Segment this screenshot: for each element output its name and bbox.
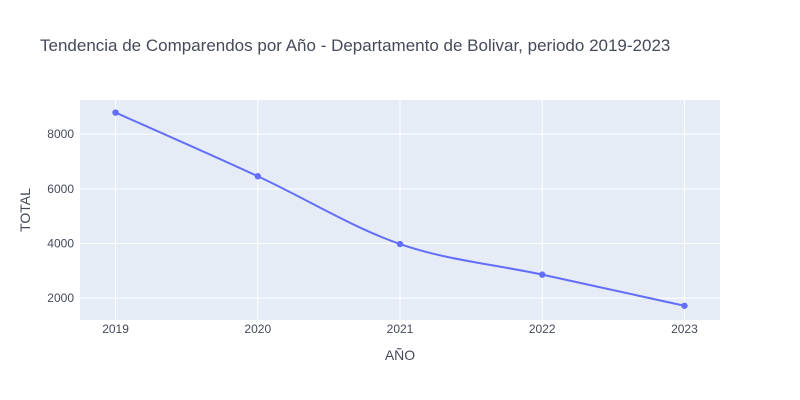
y-tick-label: 8000 (47, 127, 74, 141)
line-chart: Tendencia de Comparendos por Año - Depar… (17, 36, 720, 363)
data-point-2022 (539, 271, 546, 278)
y-tick-label: 6000 (47, 182, 74, 196)
y-tick-labels: 2000 4000 6000 8000 (47, 127, 74, 305)
x-tick-label: 2019 (102, 322, 129, 336)
y-axis-label: TOTAL (17, 188, 33, 232)
data-point-2021 (396, 240, 404, 248)
x-tick-label: 2021 (387, 322, 414, 336)
data-point-2020 (254, 173, 261, 180)
data-point-2023 (681, 302, 688, 309)
data-point-2019 (112, 109, 119, 116)
y-tick-label: 4000 (47, 236, 74, 250)
chart-title: Tendencia de Comparendos por Año - Depar… (40, 36, 670, 55)
x-tick-labels: 2019 2020 2021 2022 2023 (102, 322, 698, 336)
y-tick-label: 2000 (47, 291, 74, 305)
x-axis-label: AÑO (385, 347, 415, 363)
x-tick-label: 2023 (671, 322, 698, 336)
x-tick-label: 2020 (244, 322, 271, 336)
x-tick-label: 2022 (529, 322, 556, 336)
